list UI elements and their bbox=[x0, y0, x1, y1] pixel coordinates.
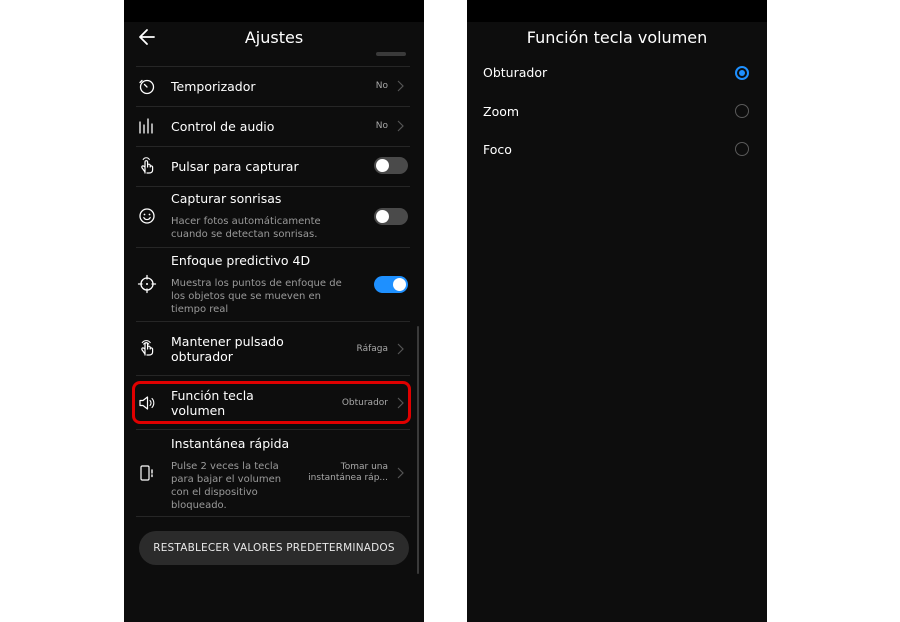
setting-value: Ráfaga bbox=[356, 344, 388, 354]
setting-label: Capturar sonrisas bbox=[171, 191, 282, 206]
focus-target-icon bbox=[137, 274, 157, 294]
setting-predictive-focus[interactable]: Enfoque predictivo 4D Muestra los puntos… bbox=[124, 248, 424, 321]
page-title: Función tecla volumen bbox=[526, 28, 708, 47]
option-zoom[interactable]: Zoom bbox=[467, 97, 767, 127]
setting-label: Control de audio bbox=[171, 119, 275, 134]
status-bar bbox=[124, 0, 424, 22]
chevron-right-icon bbox=[397, 80, 404, 92]
setting-label: Temporizador bbox=[171, 79, 256, 94]
option-shutter[interactable]: Obturador bbox=[467, 58, 767, 88]
touch-capture-toggle[interactable] bbox=[374, 157, 408, 174]
setting-smile-capture[interactable]: Capturar sonrisas Hacer fotos automática… bbox=[124, 187, 424, 247]
settings-screen: Ajustes Temporizador No Control de audio… bbox=[124, 0, 424, 622]
volume-key-screen: Función tecla volumen Obturador Zoom Foc… bbox=[467, 0, 767, 622]
setting-audio-control[interactable]: Control de audio No bbox=[124, 107, 424, 145]
chevron-right-icon bbox=[397, 343, 404, 355]
hold-finger-icon bbox=[141, 340, 154, 356]
option-label: Obturador bbox=[483, 65, 548, 80]
predictive-focus-toggle[interactable] bbox=[374, 276, 408, 293]
setting-touch-capture[interactable]: Pulsar para capturar bbox=[124, 147, 424, 185]
chevron-right-icon bbox=[397, 120, 404, 132]
radio-shutter[interactable] bbox=[735, 66, 749, 80]
status-bar bbox=[467, 0, 767, 22]
reset-defaults-button[interactable]: RESTABLECER VALORES PREDETERMINADOS bbox=[139, 531, 409, 565]
setting-label: Enfoque predictivo 4D bbox=[171, 253, 311, 268]
divider bbox=[136, 516, 410, 517]
setting-hold-shutter[interactable]: Mantener pulsado obturador Ráfaga bbox=[124, 322, 424, 375]
chevron-right-icon bbox=[397, 467, 404, 479]
setting-label: Instantánea rápida bbox=[171, 436, 290, 451]
option-label: Zoom bbox=[483, 104, 520, 119]
scrolled-toggle-edge bbox=[376, 52, 406, 56]
timer-icon bbox=[139, 79, 155, 95]
audio-bars-icon bbox=[139, 118, 153, 134]
snapshot-phone-icon bbox=[140, 465, 153, 481]
setting-description: Pulse 2 veces la tecla para bajar el vol… bbox=[171, 461, 282, 511]
setting-value: No bbox=[375, 121, 388, 131]
smile-capture-toggle[interactable] bbox=[374, 208, 408, 225]
setting-quick-snapshot[interactable]: Instantánea rápida Pulse 2 veces la tecl… bbox=[124, 430, 424, 516]
setting-label: Mantener pulsado obturador bbox=[171, 334, 284, 364]
highlight-box bbox=[132, 381, 411, 424]
setting-label: Pulsar para capturar bbox=[171, 159, 299, 174]
setting-description: Muestra los puntos de enfoque de los obj… bbox=[171, 278, 342, 315]
option-focus[interactable]: Foco bbox=[467, 135, 767, 165]
touch-icon bbox=[141, 157, 154, 174]
setting-timer[interactable]: Temporizador No bbox=[124, 67, 424, 105]
radio-focus[interactable] bbox=[735, 142, 749, 156]
settings-header: Ajustes bbox=[124, 22, 424, 56]
setting-value: No bbox=[375, 81, 388, 91]
option-label: Foco bbox=[483, 142, 512, 157]
setting-value: Tomar una instantánea ráp... bbox=[308, 462, 388, 483]
radio-zoom[interactable] bbox=[735, 104, 749, 118]
setting-description: Hacer fotos automáticamente cuando se de… bbox=[171, 216, 321, 240]
scrollbar[interactable] bbox=[417, 326, 419, 574]
smile-icon bbox=[139, 208, 155, 224]
page-title: Ajustes bbox=[244, 28, 304, 47]
